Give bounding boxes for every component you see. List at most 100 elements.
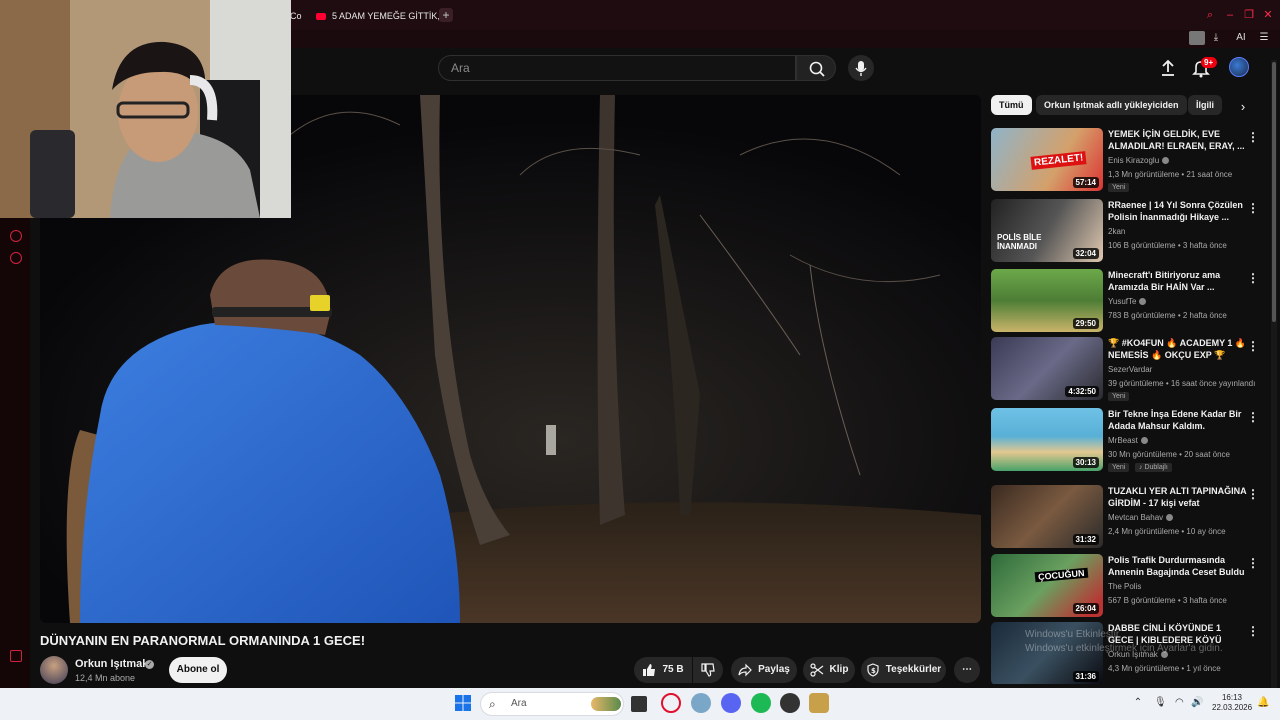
microphone-tray-icon[interactable]: 🎙 <box>1154 697 1167 709</box>
sidebar-bottom-icon[interactable] <box>10 650 22 662</box>
download-icon[interactable]: ⤓ <box>1208 31 1224 45</box>
recommendation-title[interactable]: YEMEK İÇİN GELDİK, EVE ALMADILAR! ELRAEN… <box>1108 128 1248 152</box>
microphone-icon <box>855 61 867 76</box>
thumbnail[interactable]: POLİS BİLE İNANMADI 32:04 <box>991 199 1103 262</box>
recommendation-channel[interactable]: Enis Kirazoglu <box>1108 156 1170 165</box>
recommendation-item[interactable]: 31:32 TUZAKLI YER ALTI TAPINAĞINA GİRDİM… <box>991 485 1263 549</box>
sidebar-settings-icon[interactable] <box>10 252 22 264</box>
thanks-button[interactable]: $ Teşekkürler <box>861 657 946 683</box>
more-options-icon[interactable]: ⋮ <box>1247 410 1259 424</box>
search-input[interactable]: Ara <box>438 55 796 81</box>
maximize-button[interactable]: ❐ <box>1242 8 1256 22</box>
search-tabs-icon[interactable]: ⌕ <box>1203 8 1217 22</box>
like-button[interactable]: 75 B <box>634 657 692 683</box>
channel-avatar[interactable] <box>40 656 68 684</box>
recommendation-item[interactable]: 4:32:50 🏆 #KO4FUN 🔥 ACADEMY 1 🔥 NEMESİS … <box>991 337 1263 401</box>
sidebar-whatsapp-icon[interactable] <box>10 230 22 242</box>
minimize-button[interactable]: – <box>1223 8 1237 22</box>
clock-time: 16:13 <box>1221 693 1243 702</box>
more-options-icon[interactable]: ⋮ <box>1247 339 1259 353</box>
recommendation-meta: 2,4 Mn görüntüleme • 10 ay önce <box>1108 527 1226 536</box>
thumbnail[interactable]: REZALET! 57:14 <box>991 128 1103 191</box>
settings-app-icon[interactable] <box>691 693 711 713</box>
recommendation-meta: 30 Mn görüntüleme • 20 saat önce <box>1108 450 1230 459</box>
opera-icon[interactable] <box>661 693 681 713</box>
more-options-icon[interactable]: ⋮ <box>1247 556 1259 570</box>
system-clock[interactable]: 16:13 22.03.2026 <box>1212 693 1252 713</box>
more-options-icon[interactable]: ⋮ <box>1247 624 1259 638</box>
recommendation-title[interactable]: Minecraft'ı Bitiriyoruz ama Aramızda Bir… <box>1108 269 1248 293</box>
scrollbar-thumb[interactable] <box>1272 62 1276 322</box>
video-title: DÜNYANIN EN PARANORMAL ORMANINDA 1 GECE! <box>40 633 366 648</box>
browser-tab[interactable]: Co <box>290 6 302 26</box>
recommendation-channel[interactable]: YusufTe <box>1108 297 1147 306</box>
new-tab-button[interactable]: + <box>439 8 453 22</box>
volume-icon[interactable]: 🔊 <box>1191 697 1203 709</box>
video-duration: 31:36 <box>1072 671 1099 682</box>
spotify-icon[interactable] <box>751 693 771 713</box>
recommendation-title[interactable]: RRaenee | 14 Yıl Sonra Çözülen Polisin İ… <box>1108 199 1248 223</box>
recommendation-item[interactable]: POLİS BİLE İNANMADI 32:04 RRaenee | 14 Y… <box>991 199 1263 263</box>
chip-related[interactable]: İlgili <box>1188 95 1222 115</box>
recommendation-item[interactable]: ÇOCUĞUN 26:04 Polis Trafik Durdurmasında… <box>991 554 1263 618</box>
streamer-image <box>0 0 291 218</box>
thumbnail[interactable]: ÇOCUĞUN 26:04 <box>991 554 1103 617</box>
verified-icon: ✓ <box>145 660 154 669</box>
recommendation-title[interactable]: Bir Tekne İnşa Edene Kadar Bir Adada Mah… <box>1108 408 1248 432</box>
tray-chevron-icon[interactable]: ⌃ <box>1132 697 1144 709</box>
close-button[interactable]: ✕ <box>1261 8 1275 22</box>
recommendation-channel[interactable]: The Polis <box>1108 582 1141 591</box>
app-icon[interactable] <box>809 693 829 713</box>
search-icon <box>809 61 825 77</box>
subscribe-button[interactable]: Abone ol <box>169 657 227 683</box>
recommendation-channel[interactable]: MrBeast <box>1108 436 1148 445</box>
wifi-icon[interactable]: ◠ <box>1175 697 1187 709</box>
scissors-icon <box>809 663 823 677</box>
thumbnail[interactable]: 29:50 <box>991 269 1103 332</box>
discord-icon[interactable] <box>721 693 741 713</box>
recommendation-item[interactable]: 30:13 Bir Tekne İnşa Edene Kadar Bir Ada… <box>991 408 1263 472</box>
recommendation-channel[interactable]: Mevtcan Bahav <box>1108 513 1174 522</box>
share-button[interactable]: Paylaş <box>731 657 797 683</box>
dislike-button[interactable] <box>693 657 723 683</box>
taskbar-search-box[interactable]: ⌕ Ara <box>480 692 624 716</box>
start-button[interactable] <box>453 693 473 713</box>
menu-icon[interactable]: ☰ <box>1256 31 1272 45</box>
clip-label: Klip <box>829 664 849 675</box>
recommendation-item[interactable]: REZALET! 57:14 YEMEK İÇİN GELDİK, EVE AL… <box>991 128 1263 192</box>
notification-center-icon[interactable]: 🔔 <box>1257 697 1269 709</box>
more-options-icon[interactable]: ⋮ <box>1247 487 1259 501</box>
search-button[interactable] <box>796 55 836 81</box>
windows-icon <box>455 695 471 711</box>
thumbnail[interactable]: 4:32:50 <box>991 337 1103 400</box>
recommendation-title[interactable]: TUZAKLI YER ALTI TAPINAĞINA GİRDİM - 17 … <box>1108 485 1248 509</box>
ai-button[interactable]: AI <box>1230 31 1252 45</box>
more-options-icon[interactable]: ⋮ <box>1247 130 1259 144</box>
obs-icon[interactable] <box>780 693 800 713</box>
chip-from-uploader[interactable]: Orkun Işıtmak adlı yükleyiciden <box>1036 95 1187 115</box>
more-options-icon[interactable]: ⋮ <box>1247 271 1259 285</box>
youtube-icon <box>316 12 326 20</box>
recommendation-channel[interactable]: 2kan <box>1108 227 1125 236</box>
thumbnail[interactable]: 30:13 <box>991 408 1103 471</box>
browser-tab-active[interactable]: 5 ADAM YEMEĞE GİTTİK, <box>316 6 440 26</box>
clip-button[interactable]: Klip <box>803 657 855 683</box>
more-options-icon[interactable]: ⋮ <box>1247 201 1259 215</box>
voice-search-button[interactable] <box>848 55 874 81</box>
chip-all[interactable]: Tümü <box>991 95 1032 115</box>
task-view-icon[interactable] <box>631 696 647 712</box>
recommendation-title[interactable]: Polis Trafik Durdurmasında Annenin Bagaj… <box>1108 554 1248 578</box>
verified-icon <box>1162 157 1170 165</box>
thumbnail[interactable]: 31:32 <box>991 485 1103 548</box>
more-actions-button[interactable]: ⋯ <box>954 657 980 683</box>
upload-button[interactable] <box>1158 58 1178 78</box>
recommendation-item[interactable]: 29:50 Minecraft'ı Bitiriyoruz ama Aramız… <box>991 269 1263 333</box>
channel-name[interactable]: Orkun Işıtmak <box>75 658 148 670</box>
chevron-right-icon[interactable]: › <box>1236 99 1250 115</box>
recommendation-channel[interactable]: SezerVardar <box>1108 365 1152 374</box>
search-icon: ⌕ <box>489 697 496 711</box>
extension-icon[interactable] <box>1189 31 1205 45</box>
recommendation-title[interactable]: 🏆 #KO4FUN 🔥 ACADEMY 1 🔥 NEMESİS 🔥 OKÇU E… <box>1108 337 1248 361</box>
account-avatar[interactable] <box>1229 57 1249 77</box>
ai-label: AI <box>1236 32 1246 43</box>
